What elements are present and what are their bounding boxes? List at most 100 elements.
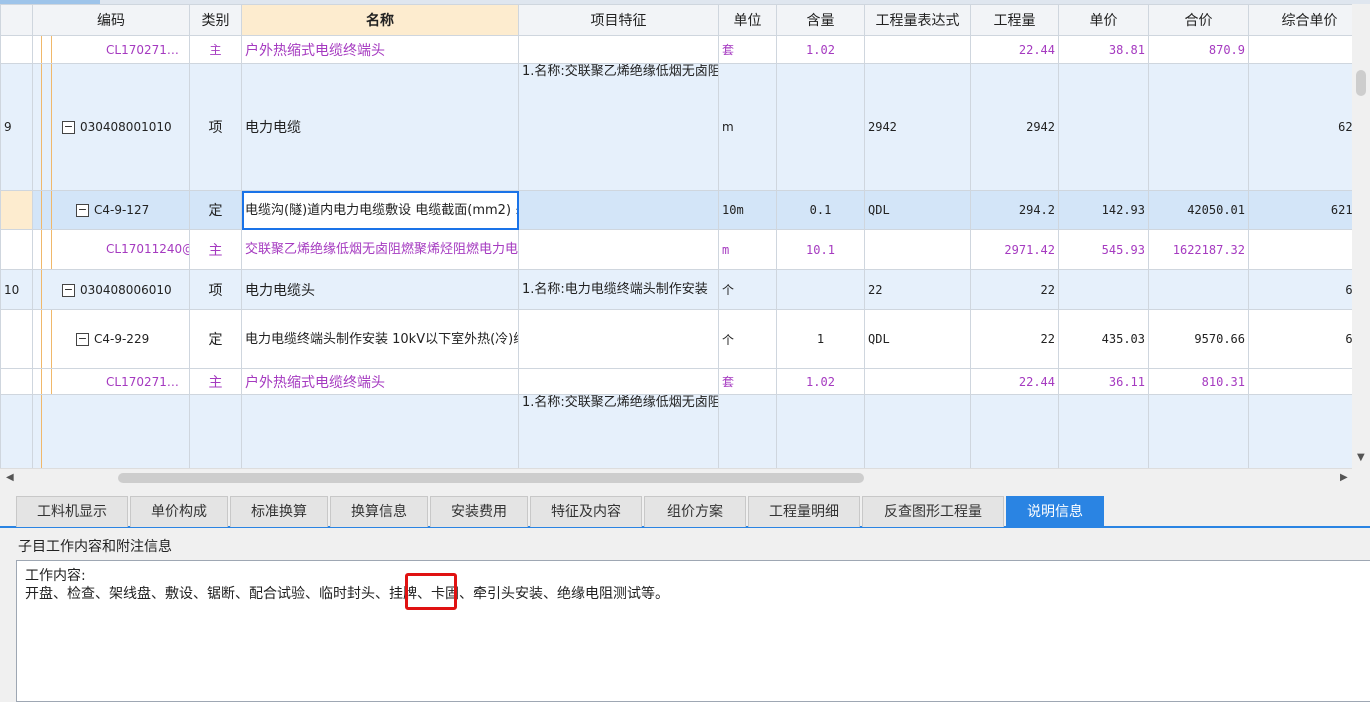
expression-cell bbox=[864, 394, 971, 468]
code-cell: CL17011240@2 bbox=[32, 229, 190, 270]
col-header-category[interactable]: 类别 bbox=[189, 4, 242, 36]
col-header-code[interactable]: 编码 bbox=[32, 4, 190, 36]
table-row[interactable]: CL170271… 主 户外热缩式电缆终端头 套 1.02 22.44 36.1… bbox=[0, 368, 1352, 395]
table-row[interactable]: 1.名称:交联聚乙烯绝缘低烟无卤阻燃聚烯烃阻燃钢带铠装电力电缆 2.规格型号:W… bbox=[0, 394, 1352, 468]
collapse-toggle-icon[interactable]: − bbox=[62, 121, 75, 134]
seq-cell: 10 bbox=[0, 269, 33, 310]
category-cell: 主 bbox=[189, 229, 242, 270]
content-cell bbox=[776, 394, 865, 468]
name-cell[interactable]: 电缆沟(隧)道内电力电缆敷设 电缆截面(mm2) ≤240 bbox=[241, 190, 519, 230]
unit-cell: 个 bbox=[718, 269, 777, 310]
tab-unit-price[interactable]: 单价构成 bbox=[130, 496, 228, 527]
vertical-scrollbar[interactable]: ▼ bbox=[1352, 34, 1370, 468]
scroll-right-arrow-icon[interactable]: ▶ bbox=[1340, 472, 1348, 483]
comprehensive-cell: 6214. bbox=[1248, 190, 1352, 230]
table-row-selected[interactable]: −C4-9-127 定 电缆沟(隧)道内电力电缆敷设 电缆截面(mm2) ≤24… bbox=[0, 190, 1352, 230]
tab-labor-material[interactable]: 工料机显示 bbox=[16, 496, 128, 527]
name-cell: 电力电缆头 bbox=[241, 269, 519, 310]
collapse-toggle-icon[interactable]: − bbox=[76, 333, 89, 346]
unit-cell bbox=[718, 394, 777, 468]
scroll-left-arrow-icon[interactable]: ◀ bbox=[6, 472, 14, 483]
table-row[interactable]: 10 −030408006010 项 电力电缆头 1.名称:电力电缆终端头制作安… bbox=[0, 269, 1352, 310]
seq-cell bbox=[0, 368, 33, 395]
feature-cell: 1.名称:交联聚乙烯绝缘低烟无卤阻燃聚烯烃阻燃钢带铠装电力电缆 2.规格型号:W… bbox=[518, 394, 719, 468]
feature-cell bbox=[518, 229, 719, 270]
total-cell: 870.9 bbox=[1148, 35, 1249, 64]
feature-cell bbox=[518, 309, 719, 369]
category-cell: 定 bbox=[189, 309, 242, 369]
code-text: CL17011240@2 bbox=[106, 242, 189, 256]
table-row[interactable]: CL17011240@2 主 交联聚乙烯绝缘低烟无卤阻燃聚烯烃阻燃电力电缆 m … bbox=[0, 229, 1352, 270]
expression-cell: 22 bbox=[864, 269, 971, 310]
quantity-cell: 22 bbox=[970, 309, 1059, 369]
tab-features[interactable]: 特征及内容 bbox=[530, 496, 642, 527]
price-cell bbox=[1058, 394, 1149, 468]
expression-cell bbox=[864, 229, 971, 270]
scroll-down-arrow-icon[interactable]: ▼ bbox=[1357, 452, 1365, 463]
code-cell: − C4-9-229 bbox=[32, 309, 190, 369]
seq-cell bbox=[0, 394, 33, 468]
highlight-box bbox=[405, 573, 457, 610]
total-cell: 9570.66 bbox=[1148, 309, 1249, 369]
tab-install-fee[interactable]: 安装费用 bbox=[430, 496, 528, 527]
collapse-toggle-icon[interactable]: − bbox=[76, 204, 89, 217]
expression-cell bbox=[864, 35, 971, 64]
category-cell: 主 bbox=[189, 35, 242, 64]
col-header-seq[interactable] bbox=[0, 4, 33, 36]
col-header-unit[interactable]: 单位 bbox=[718, 4, 777, 36]
vertical-scroll-thumb[interactable] bbox=[1356, 70, 1366, 96]
tab-description[interactable]: 说明信息 bbox=[1006, 496, 1104, 527]
tab-quantity-detail[interactable]: 工程量明细 bbox=[748, 496, 860, 527]
table-row[interactable]: CL170271… 主 户外热缩式电缆终端头 套 1.02 22.44 38.8… bbox=[0, 35, 1352, 64]
price-cell bbox=[1058, 63, 1149, 191]
quantity-cell: 22 bbox=[970, 269, 1059, 310]
seq-cell bbox=[0, 309, 33, 369]
code-cell: −030408001010 bbox=[32, 63, 190, 191]
comprehensive-cell: 656 bbox=[1248, 269, 1352, 310]
comprehensive-cell bbox=[1248, 368, 1352, 395]
tab-standard-conversion[interactable]: 标准换算 bbox=[230, 496, 328, 527]
seq-cell: 9 bbox=[0, 63, 33, 191]
bill-table: 编码 类别 名称 项目特征 单位 含量 工程量表达式 工程量 单价 合价 综合单… bbox=[0, 4, 1352, 468]
feature-cell bbox=[518, 190, 719, 230]
comprehensive-cell bbox=[1248, 35, 1352, 64]
bill-grid[interactable]: 编码 类别 名称 项目特征 单位 含量 工程量表达式 工程量 单价 合价 综合单… bbox=[0, 4, 1352, 468]
content-cell: 1.02 bbox=[776, 368, 865, 395]
content-cell: 10.1 bbox=[776, 229, 865, 270]
content-cell: 1.02 bbox=[776, 35, 865, 64]
name-cell bbox=[241, 394, 519, 468]
code-cell: CL170271… bbox=[32, 35, 190, 64]
name-cell: 户外热缩式电缆终端头 bbox=[241, 35, 519, 64]
price-cell bbox=[1058, 269, 1149, 310]
code-text: C4-9-229 bbox=[94, 332, 150, 346]
tab-conversion-info[interactable]: 换算信息 bbox=[330, 496, 428, 527]
content-cell bbox=[776, 63, 865, 191]
col-header-content[interactable]: 含量 bbox=[776, 4, 865, 36]
code-text: C4-9-127 bbox=[94, 203, 150, 217]
code-cell: −030408006010 bbox=[32, 269, 190, 310]
tab-pricing-plan[interactable]: 组价方案 bbox=[644, 496, 746, 527]
col-header-expression[interactable]: 工程量表达式 bbox=[864, 4, 971, 36]
code-cell: CL170271… bbox=[32, 368, 190, 395]
content-cell: 1 bbox=[776, 309, 865, 369]
horizontal-scroll-thumb[interactable] bbox=[118, 473, 864, 483]
expression-cell bbox=[864, 368, 971, 395]
code-cell: − C4-9-127 bbox=[32, 190, 190, 230]
col-header-feature[interactable]: 项目特征 bbox=[518, 4, 719, 36]
col-header-name[interactable]: 名称 bbox=[241, 4, 519, 36]
col-header-total[interactable]: 合价 bbox=[1148, 4, 1249, 36]
feature-cell bbox=[518, 368, 719, 395]
table-row[interactable]: 9 −030408001010 项 电力电缆 1.名称:交联聚乙烯绝缘低烟无卤阻… bbox=[0, 63, 1352, 191]
total-cell bbox=[1148, 63, 1249, 191]
expression-cell: QDL bbox=[864, 190, 971, 230]
tab-graphic-quantity[interactable]: 反查图形工程量 bbox=[862, 496, 1004, 527]
collapse-toggle-icon[interactable]: − bbox=[62, 283, 75, 297]
horizontal-scrollbar[interactable]: ◀ ▶ bbox=[0, 468, 1352, 488]
category-cell: 主 bbox=[189, 368, 242, 395]
col-header-quantity[interactable]: 工程量 bbox=[970, 4, 1059, 36]
table-row[interactable]: −C4-9-229 定 电力电缆终端头制作安装 10kV以下室外热(冷)缩式铜芯… bbox=[0, 309, 1352, 369]
seq-cell bbox=[0, 229, 33, 270]
col-header-price[interactable]: 单价 bbox=[1058, 4, 1149, 36]
notes-textarea[interactable]: 工作内容: 开盘、检查、架线盘、敷设、锯断、配合试验、临时封头、挂牌、卡固、牵引… bbox=[16, 560, 1370, 702]
col-header-comprehensive[interactable]: 综合单价 bbox=[1248, 4, 1352, 36]
